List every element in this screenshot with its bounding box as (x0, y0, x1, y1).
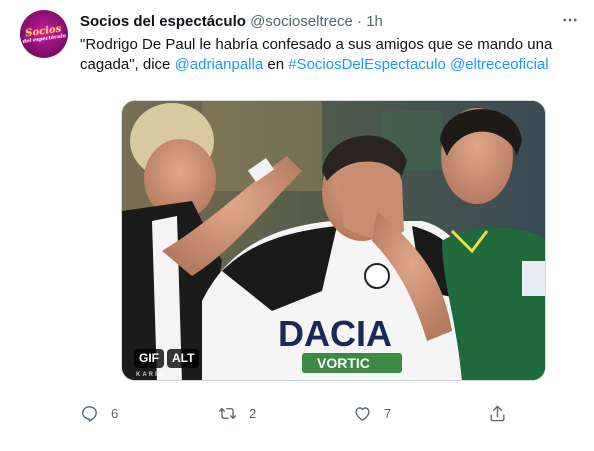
like-button[interactable]: 7 (353, 404, 391, 423)
timestamp[interactable]: 1h (366, 13, 383, 30)
hashtag-link[interactable]: #SociosDelEspectaculo (288, 56, 446, 73)
alt-badge[interactable]: ALT (167, 349, 200, 368)
share-icon (490, 405, 505, 422)
mention-link-2[interactable]: @eltreceoficial (450, 56, 549, 73)
mention-link[interactable]: @adrianpalla (175, 56, 264, 73)
watermark: KARIM (136, 372, 166, 378)
avatar-logo: Socios del espectáculo (21, 23, 67, 44)
sponsor-text: VORTIC (317, 355, 370, 371)
share-button[interactable] (488, 404, 507, 423)
tweet-text: "Rodrigo De Paul le habría confesado a s… (80, 35, 570, 75)
reply-button[interactable]: 6 (80, 404, 118, 423)
like-icon (355, 407, 370, 421)
tweet-header: Socios del espectáculo @socioseltrece · … (80, 13, 383, 30)
reply-icon (82, 406, 97, 422)
separator-dot: · (357, 13, 363, 30)
reply-count: 6 (111, 406, 119, 421)
action-bar: 6 2 7 (80, 404, 520, 428)
avatar[interactable]: Socios del espectáculo (20, 10, 68, 58)
gif-frame: DACIA VORTIC (122, 101, 545, 380)
like-count: 7 (384, 406, 392, 421)
gif-media[interactable]: DACIA VORTIC GIF ALT KARIM (121, 100, 546, 381)
tweet-card[interactable]: Socios del espectáculo Socios del espect… (0, 0, 594, 451)
author-handle[interactable]: @socioseltrece (250, 13, 353, 30)
retweet-button[interactable]: 2 (218, 404, 256, 423)
author-name[interactable]: Socios del espectáculo (80, 13, 246, 30)
retweet-count: 2 (249, 406, 257, 421)
tweet-text-middle: en (263, 56, 289, 73)
retweet-icon (218, 408, 237, 419)
more-icon[interactable] (558, 8, 582, 32)
jersey-text: DACIA (278, 313, 392, 354)
gif-badge: GIF (134, 349, 164, 368)
media-badges: GIF ALT (134, 349, 200, 368)
